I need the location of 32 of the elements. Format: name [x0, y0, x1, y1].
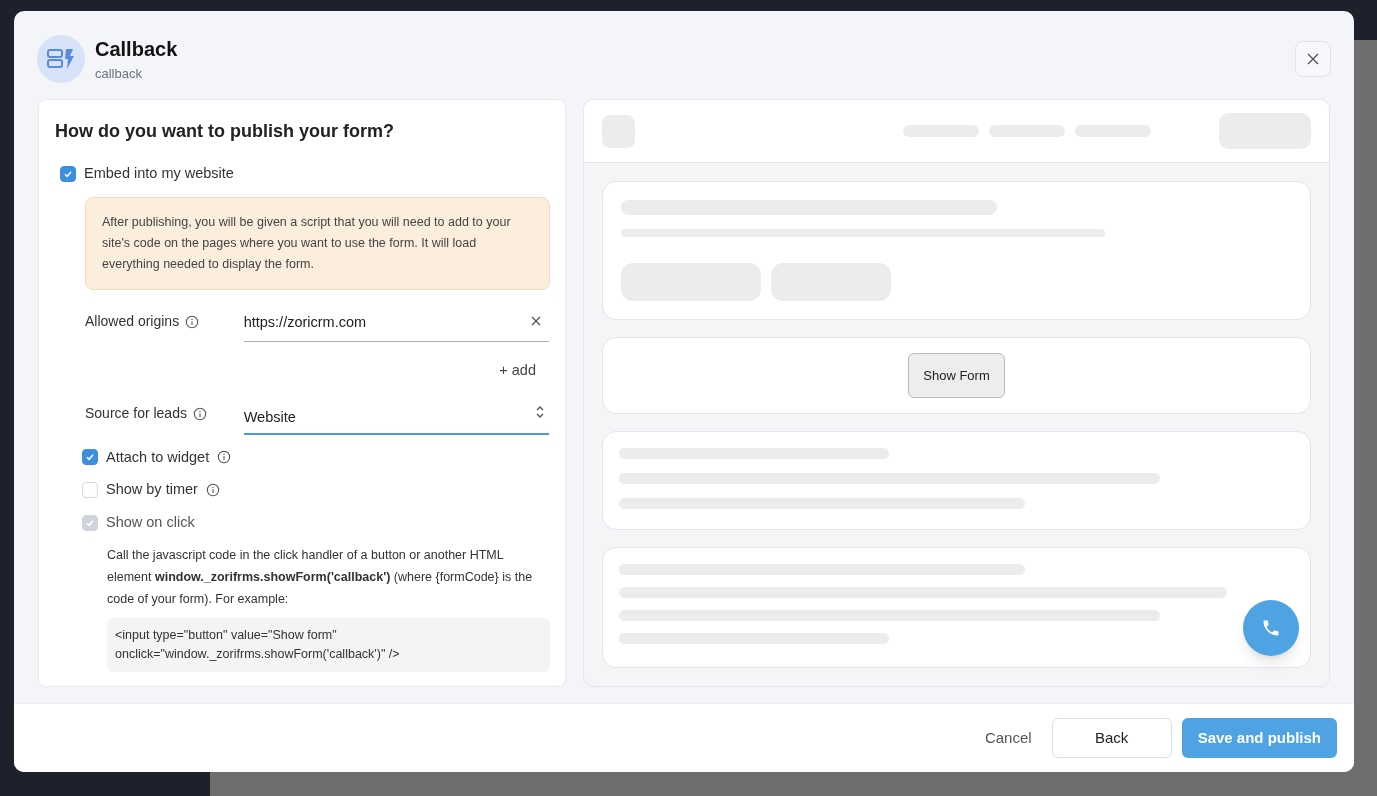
- code-block: <input type="button" value="Show form" onclick="window._zorifrms.showForm('callback')" />: [107, 617, 550, 672]
- form-icon: [37, 34, 85, 83]
- check-icon: [63, 168, 73, 179]
- close-button[interactable]: [1295, 41, 1331, 77]
- info-icon: [205, 483, 220, 498]
- info-icon: [192, 406, 207, 421]
- modal-subtitle: callback: [95, 65, 143, 83]
- field-label: Source for leads: [85, 404, 187, 423]
- source-select[interactable]: Website: [243, 403, 549, 435]
- back-button[interactable]: Back: [1051, 718, 1172, 758]
- checkbox-label: Show by timer: [106, 480, 198, 500]
- show-form-button[interactable]: Show Form: [908, 353, 1005, 398]
- checkbox-label: Embed into my website: [84, 164, 234, 183]
- origin-field[interactable]: https://zoricrm.com: [243, 311, 549, 342]
- close-icon: [1307, 53, 1319, 65]
- checkbox-label: Attach to widget: [106, 447, 210, 467]
- info-icon: [185, 314, 200, 329]
- panel-heading: How do you want to publish your form?: [55, 120, 395, 143]
- clear-icon[interactable]: [531, 315, 541, 326]
- field-label: Allowed origins: [85, 312, 180, 332]
- checkbox[interactable]: [82, 449, 98, 466]
- info-notice: After publishing, you will be given a script that you will need to add to your site's code on the pages where you want to use the form. It will load everything needed to display the form.: [85, 196, 550, 290]
- check-icon: [85, 517, 95, 528]
- phone-icon: [1261, 618, 1281, 638]
- checkbox-label: Show on click: [106, 513, 195, 532]
- help-text: Call the javascript code in the click handler of a button or another HTML element window._zorifrms.showForm('callback') (where {formCode} is the code of your form). For example:: [107, 546, 534, 608]
- check-icon: [85, 452, 95, 463]
- checkbox[interactable]: [60, 165, 76, 182]
- cancel-button[interactable]: Cancel: [974, 718, 1042, 758]
- modal-title: Callback: [95, 37, 178, 62]
- add-link[interactable]: + add: [499, 359, 536, 382]
- info-icon: [217, 450, 232, 465]
